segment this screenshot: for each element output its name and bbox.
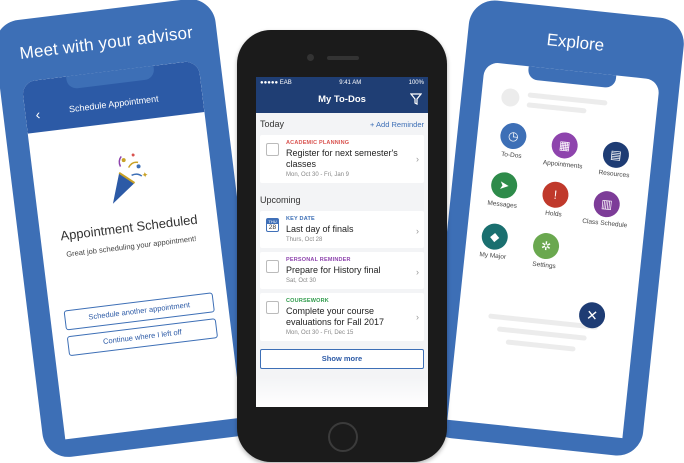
tile-appointments[interactable]: ▦ Appointments	[534, 130, 594, 173]
chevron-right-icon: ›	[416, 225, 419, 236]
calendar-icon: THU 28	[266, 218, 279, 232]
add-reminder-link[interactable]: + Add Reminder	[370, 120, 424, 129]
todo-title: Register for next semester's classes	[286, 148, 398, 169]
phone-device: ●●●●● EAB 9:41 AM 100% My To-Dos Today +…	[237, 30, 447, 462]
todo-checkbox[interactable]	[266, 143, 279, 156]
calendar-day: 28	[268, 224, 277, 231]
todo-checkbox[interactable]	[266, 301, 279, 314]
todo-icon: ◷	[499, 121, 528, 151]
svg-text:✦: ✦	[141, 170, 149, 180]
battery-label: 100%	[408, 80, 424, 86]
todo-item[interactable]: THU 28 KEY DATE Last day of finals Thurs…	[260, 211, 424, 248]
tile-holds[interactable]: ! Holds	[525, 179, 585, 222]
todo-category: ACADEMIC PLANNING	[286, 140, 350, 146]
show-more-button[interactable]: Show more	[260, 349, 424, 369]
todo-date: Mon, Oct 30 - Fri, Jan 9	[286, 172, 350, 178]
advisor-promo-card: Meet with your advisor ‹ Schedule Appoin…	[0, 0, 266, 460]
tile-todos[interactable]: ◷ To-Dos	[483, 120, 543, 163]
section-label: Today	[260, 119, 285, 129]
todo-checkbox[interactable]	[266, 260, 279, 273]
appointment-screen: ‹ Schedule Appointment ✦ Appointment Sch…	[21, 60, 242, 440]
header-title: Schedule Appointment	[68, 93, 160, 115]
todo-item[interactable]: ACADEMIC PLANNING Register for next seme…	[260, 135, 424, 183]
todo-date: Sat, Oct 30	[286, 278, 317, 284]
schedule-icon: ▥	[592, 189, 622, 219]
nav-bar: My To-Dos	[256, 89, 428, 113]
today-section-header: Today + Add Reminder	[256, 113, 428, 135]
status-bar: ●●●●● EAB 9:41 AM 100%	[256, 77, 428, 89]
todos-screen: ●●●●● EAB 9:41 AM 100% My To-Dos Today +…	[256, 77, 428, 407]
todo-item[interactable]: COURSEWORK Complete your course evaluati…	[260, 293, 424, 341]
todo-category: KEY DATE	[286, 216, 315, 222]
send-icon: ➤	[489, 171, 519, 200]
explore-promo-card: Explore ◷ To-Dos ▦ Appointments ▤ Resour…	[425, 0, 684, 459]
time-label: 9:41 AM	[339, 80, 362, 86]
calendar-icon: ▦	[550, 131, 579, 160]
chevron-right-icon: ›	[416, 154, 419, 165]
book-icon: ▤	[601, 140, 631, 170]
todo-category: PERSONAL REMINDER	[286, 257, 351, 263]
page-title: My To-Dos	[318, 94, 366, 105]
tile-messages[interactable]: ➤ Messages	[474, 169, 534, 212]
tile-resources[interactable]: ▤ Resources	[586, 139, 646, 182]
explore-screen: ◷ To-Dos ▦ Appointments ▤ Resources ➤ Me…	[447, 61, 661, 439]
camera-icon	[307, 54, 314, 61]
tile-settings[interactable]: ✲ Settings	[516, 230, 576, 273]
graduation-cap-icon: ◆	[480, 222, 510, 251]
tile-my-major[interactable]: ◆ My Major	[464, 221, 524, 264]
filter-icon[interactable]	[410, 93, 422, 105]
todo-title: Complete your course evaluations for Fal…	[286, 306, 385, 327]
upcoming-section-header: Upcoming	[256, 189, 428, 211]
todo-title: Prepare for History final	[286, 265, 381, 275]
section-label: Upcoming	[260, 195, 301, 205]
carrier-label: ●●●●● EAB	[260, 80, 292, 86]
gear-icon: ✲	[531, 231, 561, 261]
party-popper-icon: ✦	[112, 153, 149, 204]
card-title: Explore	[545, 30, 606, 55]
todo-date: Thurs, Oct 28	[286, 237, 323, 243]
warning-icon: !	[541, 180, 570, 210]
chevron-right-icon: ›	[416, 312, 419, 323]
tile-class-schedule[interactable]: ▥ Class Schedule	[576, 188, 636, 231]
bottom-fade	[256, 377, 428, 407]
speaker-grille	[327, 56, 359, 60]
todo-date: Mon, Oct 30 - Fri, Dec 15	[286, 330, 354, 336]
todo-title: Last day of finals	[286, 224, 354, 234]
chevron-right-icon: ›	[416, 266, 419, 277]
todo-item[interactable]: PERSONAL REMINDER Prepare for History fi…	[260, 252, 424, 289]
home-button[interactable]	[328, 422, 358, 452]
card-title: Meet with your advisor	[18, 22, 195, 63]
todo-category: COURSEWORK	[286, 298, 329, 304]
